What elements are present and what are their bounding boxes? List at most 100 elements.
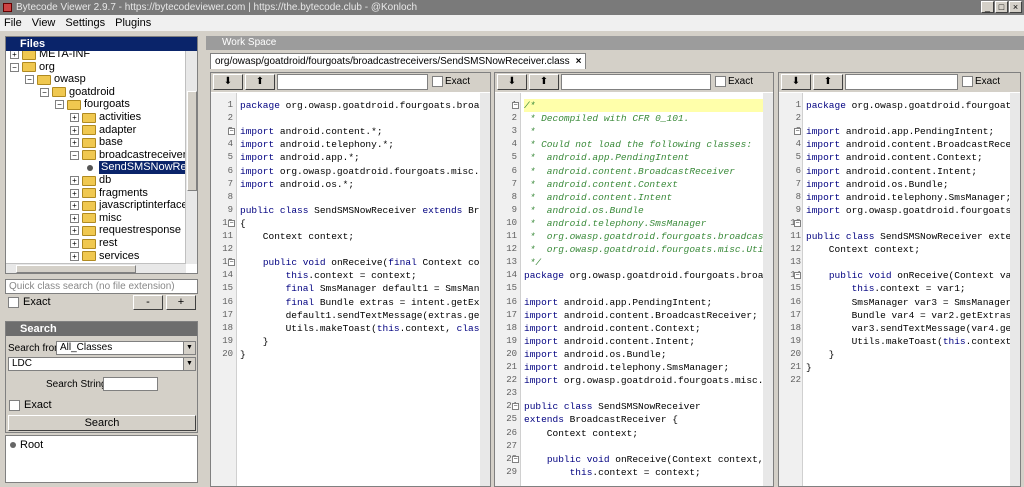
- next-result-button[interactable]: ⬇: [497, 74, 527, 90]
- expand-icon[interactable]: +: [10, 51, 19, 59]
- pane-search-input[interactable]: [561, 74, 711, 90]
- collapse-icon[interactable]: −: [25, 75, 34, 85]
- search-button[interactable]: Search: [8, 415, 196, 431]
- app-icon: [3, 3, 12, 12]
- expand-button[interactable]: +: [166, 295, 196, 310]
- fold-icon[interactable]: −: [794, 272, 801, 280]
- tree-node[interactable]: − owasp: [25, 73, 86, 86]
- class-tab[interactable]: org/owasp/goatdroid/fourgoats/broadcastr…: [210, 53, 587, 69]
- tree-node[interactable]: − goatdroid: [40, 86, 115, 99]
- line-number: 7: [795, 178, 801, 189]
- pane-exact-checkbox[interactable]: [432, 76, 443, 87]
- fold-icon[interactable]: −: [512, 455, 519, 463]
- maximize-button[interactable]: □: [995, 1, 1008, 13]
- tree-node[interactable]: + rest: [70, 237, 117, 250]
- tree-node[interactable]: + misc: [70, 212, 122, 225]
- tree-node-label: services: [99, 249, 140, 262]
- tree-node[interactable]: − fourgoats: [55, 98, 130, 111]
- fold-icon[interactable]: −: [228, 259, 235, 267]
- code-vertical-scrollbar[interactable]: [480, 93, 490, 486]
- collapse-icon[interactable]: −: [10, 62, 19, 72]
- line-number: 5: [227, 152, 233, 163]
- pane-exact[interactable]: Exact: [962, 76, 1000, 87]
- file-tree-horizontal-scrollbar[interactable]: [6, 263, 186, 273]
- line-number: 22: [506, 375, 517, 386]
- pane-exact[interactable]: Exact: [432, 76, 470, 87]
- previous-result-button[interactable]: ⬆: [245, 74, 275, 90]
- quick-class-search-input[interactable]: Quick class search (no file extension): [5, 279, 198, 294]
- expand-icon[interactable]: +: [70, 176, 79, 185]
- collapse-icon[interactable]: −: [70, 150, 79, 160]
- tree-node-label: base: [99, 136, 123, 149]
- code-line: public void onReceive(final Context cont: [262, 257, 480, 269]
- tree-node[interactable]: SendSMSNowRecei: [85, 161, 186, 175]
- tree-node-label: fragments: [99, 186, 148, 199]
- decompiler-select[interactable]: LDC ▼: [8, 357, 196, 371]
- pane-exact-checkbox[interactable]: [962, 76, 973, 87]
- tree-node[interactable]: − org: [10, 61, 55, 74]
- expand-icon[interactable]: +: [70, 125, 79, 135]
- menu-file[interactable]: File: [4, 17, 22, 29]
- collapse-icon[interactable]: −: [40, 87, 49, 97]
- workspace-header: Work Space: [206, 36, 1024, 50]
- fold-icon[interactable]: −: [228, 219, 235, 227]
- close-button[interactable]: ×: [1009, 1, 1022, 13]
- tree-node[interactable]: + javascriptinterfaces: [70, 199, 186, 212]
- next-result-button[interactable]: ⬇: [781, 74, 811, 90]
- code-area[interactable]: /* * Decompiled with CFR 0_101. * * Coul…: [524, 93, 763, 486]
- collapse-button[interactable]: -: [133, 295, 163, 310]
- search-exact[interactable]: Exact: [9, 399, 52, 411]
- fold-icon[interactable]: −: [512, 403, 519, 411]
- tree-node[interactable]: − broadcastreceivers: [70, 149, 186, 162]
- expand-icon[interactable]: +: [70, 226, 79, 236]
- code-line: var3.sendTextMessage(var4.getSt: [806, 322, 1010, 334]
- pane-exact-checkbox[interactable]: [715, 76, 726, 87]
- root-node[interactable]: Root: [10, 439, 43, 451]
- quick-search-exact-checkbox[interactable]: [8, 296, 19, 308]
- fold-icon[interactable]: −: [794, 219, 801, 227]
- search-exact-checkbox[interactable]: [9, 399, 20, 411]
- expand-icon[interactable]: +: [70, 201, 79, 211]
- search-from-select[interactable]: All_Classes ▼: [56, 341, 196, 355]
- code-line: package org.owasp.goatdroid.fourgoats.br…: [240, 100, 480, 111]
- next-result-button[interactable]: ⬇: [213, 74, 243, 90]
- code-vertical-scrollbar[interactable]: [763, 93, 773, 486]
- fold-icon[interactable]: −: [512, 102, 519, 109]
- previous-result-button[interactable]: ⬆: [813, 74, 843, 90]
- tree-node[interactable]: + adapter: [70, 124, 136, 137]
- tree-node[interactable]: + services: [70, 250, 139, 263]
- code-vertical-scrollbar[interactable]: [1010, 93, 1020, 486]
- close-tab-icon[interactable]: ×: [576, 54, 582, 69]
- tree-node[interactable]: + META-INF: [10, 51, 90, 61]
- code-line: import android.app.PendingIntent;: [806, 126, 995, 138]
- code-line: extends BroadcastReceiver {: [524, 414, 678, 426]
- expand-icon[interactable]: +: [70, 113, 79, 122]
- expand-icon[interactable]: +: [70, 188, 79, 198]
- expand-icon[interactable]: +: [70, 251, 79, 261]
- tree-node[interactable]: + base: [70, 136, 123, 149]
- window-title: Bytecode Viewer 2.9.7 - https://bytecode…: [16, 2, 418, 13]
- collapse-icon[interactable]: −: [55, 100, 64, 110]
- minimize-button[interactable]: _: [981, 1, 994, 13]
- expand-icon[interactable]: +: [70, 138, 79, 148]
- file-tree-vertical-scrollbar[interactable]: [185, 51, 197, 264]
- fold-icon[interactable]: −: [794, 128, 801, 136]
- previous-result-button[interactable]: ⬆: [529, 74, 559, 90]
- menu-plugins[interactable]: Plugins: [115, 17, 151, 29]
- tree-node[interactable]: + activities: [70, 111, 141, 124]
- pane-search-input[interactable]: [277, 74, 428, 90]
- pane-exact[interactable]: Exact: [715, 76, 753, 87]
- tree-node[interactable]: + db: [70, 174, 111, 187]
- fold-icon[interactable]: −: [228, 128, 235, 136]
- tree-node[interactable]: + requestresponse: [70, 224, 181, 237]
- tree-node[interactable]: + fragments: [70, 187, 148, 200]
- code-area[interactable]: package org.owasp.goatdroid.fourgoats.br…: [240, 93, 480, 486]
- menu-view[interactable]: View: [32, 17, 56, 29]
- expand-icon[interactable]: +: [70, 213, 79, 223]
- search-string-input[interactable]: [103, 377, 158, 391]
- menu-settings[interactable]: Settings: [65, 17, 105, 29]
- code-area[interactable]: package org.owasp.goatdroid.fourgoats imp…: [806, 93, 1010, 486]
- quick-search-exact[interactable]: Exact: [8, 296, 51, 308]
- pane-search-input[interactable]: [845, 74, 958, 90]
- expand-icon[interactable]: +: [70, 239, 79, 248]
